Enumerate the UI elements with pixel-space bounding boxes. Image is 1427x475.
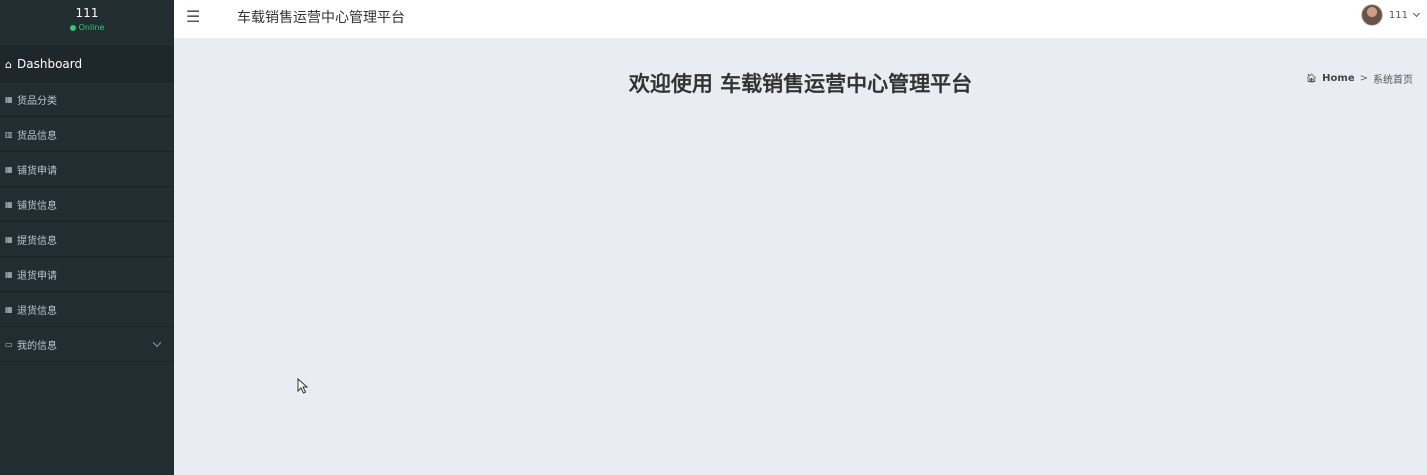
header-user-name[interactable]: 111 xyxy=(1389,10,1408,21)
sidebar-item-label: 提货信息 xyxy=(17,235,57,247)
sidebar-item-label: Dashboard xyxy=(17,57,83,71)
sidebar-item-label: 我的信息 xyxy=(17,340,57,352)
grid-icon: ▦ xyxy=(5,304,13,314)
sidebar: 111 Online ⌂ Dashboard ▦ 货品分类 ▥ 货品信息 ▦ 铺… xyxy=(0,0,174,475)
sidebar-user-name: 111 xyxy=(75,6,99,20)
user-menu[interactable]: 111 xyxy=(1360,4,1421,26)
status-badge: Online xyxy=(0,23,174,34)
sidebar-item-dashboard[interactable]: ⌂ Dashboard xyxy=(0,47,174,82)
sidebar-item-label: 铺货申请 xyxy=(17,165,57,177)
user-panel: 111 Online xyxy=(0,0,174,47)
sidebar-item-pickup-info[interactable]: ▦ 提货信息 xyxy=(0,222,174,257)
sidebar-item-distribution-apply[interactable]: ▦ 铺货申请 xyxy=(0,152,174,187)
breadcrumb-separator: > xyxy=(1359,73,1368,84)
sidebar-item-return-info[interactable]: ▦ 退货信息 xyxy=(0,292,174,327)
sidebar-item-return-apply[interactable]: ▦ 退货申请 xyxy=(0,257,174,292)
sidebar-item-goods-info[interactable]: ▥ 货品信息 xyxy=(0,117,174,152)
grid-icon: ▦ xyxy=(5,199,13,209)
grid-icon: ▦ xyxy=(5,269,13,279)
online-dot-icon xyxy=(69,25,76,31)
app-title: 车载销售运营中心管理平台 xyxy=(237,10,405,26)
bar-chart-icon: ▥ xyxy=(5,129,13,139)
home-icon: 🏠︎ xyxy=(1305,73,1318,84)
grid-icon: ▦ xyxy=(5,234,13,244)
sidebar-item-my-info[interactable]: ▭ 我的信息 xyxy=(0,327,174,362)
sidebar-item-goods-category[interactable]: ▦ 货品分类 xyxy=(0,82,174,117)
sidebar-item-label: 货品信息 xyxy=(17,130,57,142)
chevron-down-icon[interactable] xyxy=(152,338,162,348)
status-text: Online xyxy=(78,23,105,32)
sidebar-item-label: 铺货信息 xyxy=(17,200,57,212)
avatar[interactable] xyxy=(1360,4,1383,26)
home-icon: ⌂ xyxy=(5,57,12,71)
sidebar-item-label: 货品分类 xyxy=(17,95,57,107)
grid-icon: ▦ xyxy=(5,94,13,104)
main-content: 欢迎使用 车载销售运营中心管理平台 🏠︎ Home > 系统首页 xyxy=(174,38,1427,475)
breadcrumb-current: 系统首页 xyxy=(1373,75,1413,86)
caret-down-icon[interactable] xyxy=(1412,9,1421,18)
page-title: 欢迎使用 车载销售运营中心管理平台 xyxy=(628,72,973,96)
top-header: ☰ 车载销售运营中心管理平台 111 xyxy=(174,0,1427,38)
breadcrumb-home-link[interactable]: Home xyxy=(1322,73,1354,84)
breadcrumb: 🏠︎ Home > 系统首页 xyxy=(1306,71,1413,86)
mouse-cursor-icon xyxy=(297,378,309,394)
sidebar-item-label: 退货信息 xyxy=(17,305,57,317)
grid-icon: ▦ xyxy=(5,164,13,174)
sidebar-item-distribution-info[interactable]: ▦ 铺货信息 xyxy=(0,187,174,222)
card-icon: ▭ xyxy=(5,339,13,349)
sidebar-item-label: 退货申请 xyxy=(17,270,57,282)
sidebar-menu: ⌂ Dashboard ▦ 货品分类 ▥ 货品信息 ▦ 铺货申请 ▦ 铺货信息 … xyxy=(0,47,174,362)
menu-toggle-icon[interactable]: ☰ xyxy=(186,7,200,26)
